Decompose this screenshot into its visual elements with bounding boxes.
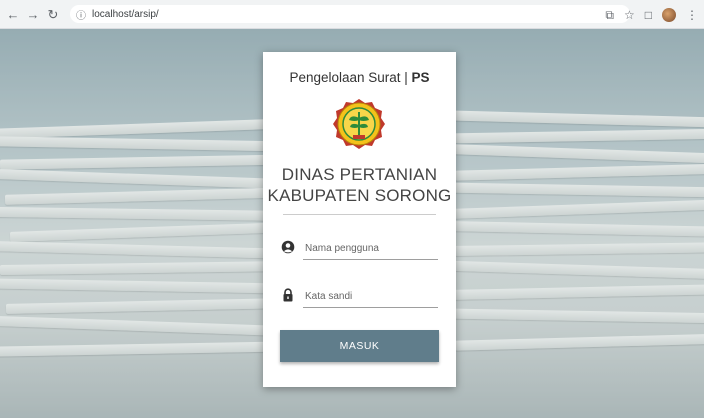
sidepanel-icon[interactable]: □ [645, 9, 652, 21]
reload-icon[interactable]: ↻ [46, 7, 60, 21]
address-bar[interactable]: ⓘ localhost/arsip/ [70, 5, 630, 23]
org-name-line1: DINAS PERTANIAN [281, 165, 438, 184]
info-icon[interactable]: ⓘ [76, 7, 86, 22]
star-icon[interactable]: ☆ [624, 9, 635, 21]
org-name-line2: KABUPATEN SORONG [267, 186, 452, 205]
organization-name: DINAS PERTANIAN KABUPATEN SORONG [263, 164, 456, 206]
login-submit-button[interactable]: MASUK [280, 330, 439, 362]
browser-toolbar: ← → ↻ ⓘ localhost/arsip/ ⧉ ☆ □ ⋮ [0, 0, 704, 29]
arrow-right-icon[interactable]: → [26, 7, 40, 21]
arrow-left-icon[interactable]: ← [6, 7, 20, 21]
user-circle-icon [281, 240, 295, 254]
avatar[interactable] [662, 7, 676, 22]
password-input[interactable] [303, 286, 438, 308]
browser-actions: ⧉ ☆ □ ⋮ [605, 0, 698, 29]
app-title: Pengelolaan Surat | PS [263, 70, 456, 85]
share-icon[interactable]: ⧉ [605, 9, 614, 21]
url-text: localhost/arsip/ [92, 8, 159, 20]
lock-icon [283, 288, 293, 302]
app-title-abbrev: PS [411, 70, 430, 85]
login-card: Pengelolaan Surat | PS DINAS PERTANIAN K… [263, 52, 456, 387]
agriculture-emblem-logo [333, 99, 385, 149]
username-row [281, 238, 439, 264]
password-row [281, 286, 439, 312]
divider [283, 214, 436, 215]
app-title-text: Pengelolaan Surat | [289, 70, 412, 85]
menu-icon[interactable]: ⋮ [686, 9, 698, 21]
username-input[interactable] [303, 238, 438, 260]
